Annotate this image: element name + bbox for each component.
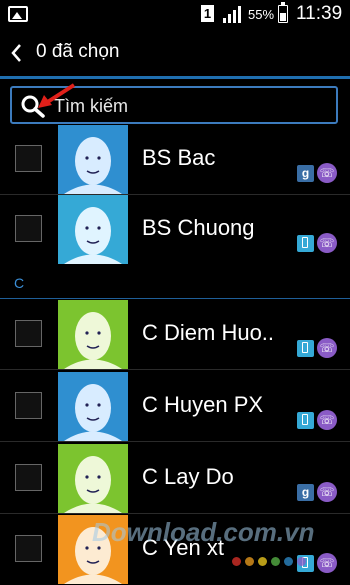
phone-account-icon	[297, 339, 314, 357]
account-badges: g ☏	[297, 482, 337, 504]
google-account-icon: g	[297, 483, 314, 501]
google-account-icon: g	[297, 164, 314, 182]
viber-icon: ☏	[317, 233, 337, 253]
sim-slot-badge: 1	[201, 5, 214, 22]
red-arrow-annotation-icon	[38, 83, 76, 108]
account-badges: g ☏	[297, 163, 337, 185]
signal-icon	[223, 6, 241, 23]
contact-name: BS Chuong	[142, 215, 255, 240]
avatar	[58, 300, 128, 369]
phone-account-icon	[297, 234, 314, 252]
status-bar: 1 55% 11:39	[0, 0, 350, 28]
contact-name: C Huyen PX	[142, 392, 264, 417]
account-badges: ☏	[297, 410, 337, 432]
viber-icon: ☏	[317, 410, 337, 430]
search-input[interactable]	[52, 92, 326, 120]
select-checkbox[interactable]	[15, 145, 42, 172]
viber-icon: ☏	[317, 482, 337, 502]
watermark-text: Download.com.vn	[92, 517, 315, 547]
account-badges: ☏	[297, 233, 337, 255]
contact-name: C Lay Do	[142, 464, 234, 489]
contact-name: BS Bac	[142, 145, 216, 170]
contact-name: C Diem Huo..	[142, 320, 275, 345]
back-button[interactable]	[6, 40, 28, 66]
contact-row[interactable]: BS Bac g ☏	[0, 125, 350, 195]
contact-row[interactable]: C Diem Huo.. ☏	[0, 300, 350, 370]
section-header-c: C	[0, 268, 350, 299]
account-badges: ☏	[297, 338, 337, 360]
action-bar: 0 đã chọn	[0, 28, 350, 76]
avatar	[58, 125, 128, 194]
section-letter: C	[14, 275, 25, 291]
avatar	[58, 372, 128, 441]
battery-icon	[278, 2, 288, 23]
clock: 11:39	[296, 3, 343, 24]
contact-row[interactable]: BS Chuong ☏	[0, 195, 350, 265]
battery-percent: 55%	[248, 7, 275, 22]
avatar	[58, 195, 128, 264]
select-checkbox[interactable]	[15, 392, 42, 419]
selected-count-title: 0 đã chọn	[36, 41, 120, 62]
select-checkbox[interactable]	[15, 320, 42, 347]
contact-row[interactable]: C Lay Do g ☏	[0, 444, 350, 514]
phone-account-icon	[297, 411, 314, 429]
select-checkbox[interactable]	[15, 464, 42, 491]
select-checkbox[interactable]	[15, 535, 42, 562]
avatar	[58, 444, 128, 513]
viber-icon: ☏	[317, 163, 337, 183]
image-notification-icon	[8, 6, 28, 22]
select-checkbox[interactable]	[15, 215, 42, 242]
viber-icon: ☏	[317, 338, 337, 358]
chevron-left-icon	[11, 44, 21, 62]
watermark-dots	[232, 553, 310, 571]
viber-icon: ☏	[317, 553, 337, 573]
action-bar-divider	[0, 76, 350, 79]
contact-row[interactable]: C Huyen PX ☏	[0, 372, 350, 442]
